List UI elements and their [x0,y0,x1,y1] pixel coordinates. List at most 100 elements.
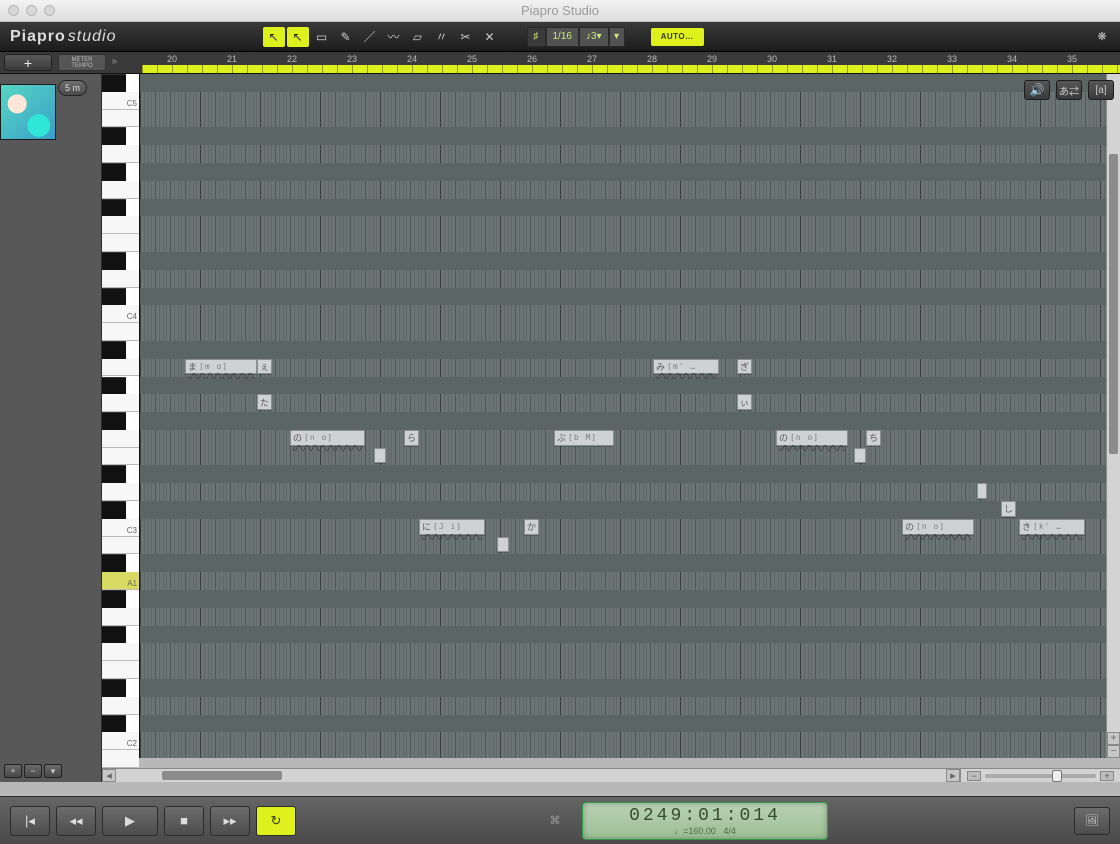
note[interactable]: の[n o] [902,519,974,535]
pencil-tool[interactable]: ✎ [335,27,357,47]
picture-button-icon[interactable]: 🖼 [1074,807,1110,835]
note[interactable]: ぶ[b M] [554,430,614,446]
piano-key[interactable] [102,359,139,377]
ruler-bar[interactable]: 23 [322,52,382,73]
ruler-bar[interactable]: 30 [742,52,802,73]
piano-key-black[interactable] [102,74,126,92]
piano-key-black[interactable] [102,252,126,270]
ruler-bar[interactable]: 26 [502,52,562,73]
piano-key-black[interactable] [102,626,126,644]
ruler-bar[interactable]: 32 [862,52,922,73]
piano-key-black[interactable] [102,679,126,697]
piano-key[interactable] [102,323,139,341]
vertical-scrollbar[interactable]: + − [1106,74,1120,758]
note[interactable] [497,537,509,553]
note-grid[interactable]: ま[m ɑ]ぇたの[n o]らに[J i]かぶ[b M]み[m' …ぎぃの[n … [140,74,1120,758]
select-tool[interactable]: ▭ [311,27,333,47]
snap-icon[interactable]: ♯ [527,27,546,47]
kana-toggle-icon[interactable]: あ⇄ [1056,80,1082,100]
note[interactable]: ぎ [737,359,752,375]
track-menu-mini[interactable]: ▾ [44,764,62,778]
vzoom-in-icon[interactable]: + [1107,732,1120,745]
hzoom-in-icon[interactable]: + [1100,771,1114,781]
ruler-bar[interactable]: 35 [1042,52,1102,73]
hscroll-thumb[interactable] [162,771,282,780]
ruler-bar[interactable]: 34 [982,52,1042,73]
vscroll-thumb[interactable] [1109,154,1118,454]
snap-controls[interactable]: ♯ 1/16 ♪3▾ ▾ [527,27,625,47]
piano-key[interactable] [102,216,139,234]
piano-key-black[interactable] [102,465,126,483]
forward-button[interactable]: ▸▸ [210,806,250,836]
note[interactable]: ぇ [257,359,272,375]
hzoom-knob[interactable] [1052,770,1062,782]
ruler-bar[interactable]: 33 [922,52,982,73]
phoneme-toggle-icon[interactable]: [a] [1088,80,1114,100]
note[interactable]: か [524,519,539,535]
curve-tool[interactable]: 〰 [383,27,405,47]
knife-tool[interactable]: ✂ [455,27,477,47]
note[interactable]: の[n o] [776,430,848,446]
piano-key[interactable] [102,608,139,626]
hscroll-left-icon[interactable]: ◂ [102,769,116,782]
note[interactable]: に[J i] [419,519,485,535]
ruler-bar[interactable]: 36 [1102,52,1120,73]
delete-tool[interactable]: ✕ [479,27,501,47]
ruler-bar[interactable]: 22 [262,52,322,73]
piano-key[interactable] [102,448,139,466]
ruler-bar[interactable]: 21 [202,52,262,73]
piano-key-black[interactable] [102,715,126,733]
piano-key[interactable] [102,430,139,448]
piano-key-black[interactable] [102,377,126,395]
note[interactable]: き[k' … [1019,519,1085,535]
note[interactable] [374,448,386,464]
transport-lcd[interactable]: 0249:01:014 ♩=160.00 4/4 [582,802,828,840]
piano-key-black[interactable] [102,590,126,608]
piano-key[interactable] [102,483,139,501]
piano-key[interactable] [102,661,139,679]
piano-key[interactable]: C5 [102,92,139,110]
play-button[interactable]: ▶ [102,806,158,836]
piano-key[interactable]: C4 [102,305,139,323]
piano-key[interactable] [102,181,139,199]
piano-key[interactable] [102,394,139,412]
ruler-bar[interactable]: 25 [442,52,502,73]
ruler-bar[interactable]: 27 [562,52,622,73]
snap-dropdown-icon[interactable]: ▾ [609,27,625,47]
ruler-bar[interactable]: 31 [802,52,862,73]
note[interactable]: た [257,394,272,410]
piano-keyboard[interactable]: C5C4C3A1C2 [102,74,140,758]
piano-key[interactable] [102,750,139,768]
snap-value[interactable]: 1/16 [546,27,579,47]
piano-key-black[interactable] [102,163,126,181]
meter-tempo-button[interactable]: METER TEMPO » [58,54,106,71]
piano-key[interactable]: C3 [102,519,139,537]
hzoom-out-icon[interactable]: − [967,771,981,781]
note[interactable]: ら [404,430,419,446]
note[interactable]: ぃ [737,394,752,410]
stop-button[interactable]: ■ [164,806,204,836]
piano-key-black[interactable] [102,412,126,430]
piano-key[interactable] [102,697,139,715]
note[interactable] [854,448,866,464]
go-start-button[interactable]: |◂ [10,806,50,836]
piano-key[interactable] [102,234,139,252]
line-tool[interactable]: ／ [359,27,381,47]
snap-mode[interactable]: ♪3▾ [579,27,609,47]
piano-key[interactable] [102,110,139,128]
piano-key[interactable]: A1 [102,572,139,590]
timeline-ruler[interactable]: 2021222324252627282930313233343536 [142,52,1120,73]
settings-gear-icon[interactable]: ❋ [1090,27,1114,47]
singer-badge[interactable]: 5 m [58,80,87,96]
ruler-bar[interactable]: 24 [382,52,442,73]
link-icon[interactable]: ⌘ [542,808,568,834]
piano-key-black[interactable] [102,199,126,217]
piano-key[interactable] [102,145,139,163]
pointer-tool-alt[interactable]: ↖ [287,27,309,47]
note[interactable]: ま[m ɑ] [185,359,257,375]
piano-key-black[interactable] [102,288,126,306]
note[interactable]: し [1001,501,1016,517]
audio-toggle-icon[interactable]: 🔊 [1024,80,1050,100]
hscroll-right-icon[interactable]: ▸ [946,769,960,782]
add-track-button[interactable]: + [4,54,52,71]
